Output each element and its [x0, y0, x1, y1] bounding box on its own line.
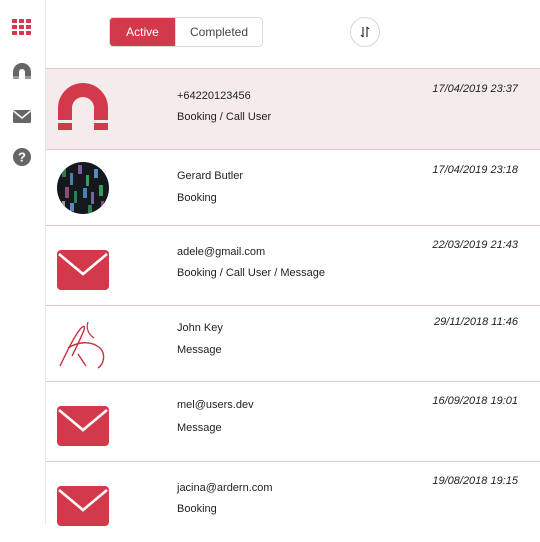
item-list: +64220123456 Booking / Call User 17/04/2… [46, 68, 540, 542]
list-item[interactable]: John Key Message 29/11/2018 11:46 [46, 306, 540, 382]
svg-text:?: ? [18, 150, 26, 165]
avatar-photo [57, 162, 109, 214]
grid-icon[interactable] [11, 16, 33, 38]
item-title: Gerard Butler [177, 170, 244, 182]
item-date: 16/09/2018 19:01 [432, 395, 518, 407]
item-title: jacina@ardern.com [177, 482, 273, 494]
magnet-icon [58, 83, 108, 130]
tab-active[interactable]: Active [110, 18, 175, 46]
tab-completed[interactable]: Completed [175, 18, 262, 46]
item-subtitle: Message [177, 422, 222, 434]
item-subtitle: Booking / Call User [177, 111, 272, 123]
item-subtitle: Booking [177, 192, 217, 204]
list-item[interactable]: mel@users.dev Message 16/09/2018 19:01 [46, 382, 540, 462]
envelope-icon[interactable] [11, 105, 33, 127]
item-subtitle: Booking / Call User / Message [177, 267, 325, 279]
header: Active Completed [46, 0, 540, 68]
sort-arrows-icon [360, 26, 370, 38]
list-item[interactable]: jacina@ardern.com Booking 19/08/2018 19:… [46, 462, 540, 542]
item-title: +64220123456 [177, 90, 251, 102]
list-item[interactable]: Gerard Butler Booking 17/04/2019 23:18 [46, 150, 540, 226]
list-item[interactable]: adele@gmail.com Booking / Call User / Me… [46, 226, 540, 306]
envelope-icon [57, 406, 109, 446]
signature-avatar [59, 321, 105, 369]
item-title: mel@users.dev [177, 399, 254, 411]
item-date: 29/11/2018 11:46 [433, 316, 518, 328]
item-title: John Key [177, 322, 223, 334]
sidebar: ? [0, 0, 46, 524]
item-date: 17/04/2019 23:37 [432, 83, 518, 95]
item-subtitle: Booking [177, 503, 217, 515]
sort-button[interactable] [350, 17, 380, 47]
help-icon[interactable]: ? [11, 146, 33, 168]
item-date: 19/08/2018 19:15 [432, 475, 518, 487]
list-item[interactable]: +64220123456 Booking / Call User 17/04/2… [46, 69, 540, 150]
item-title: adele@gmail.com [177, 246, 266, 258]
magnet-icon[interactable] [11, 61, 33, 83]
envelope-icon [57, 250, 109, 290]
envelope-icon [57, 486, 109, 526]
status-toggle: Active Completed [109, 17, 263, 47]
item-date: 17/04/2019 23:18 [432, 164, 518, 176]
item-subtitle: Message [177, 344, 222, 356]
item-date: 22/03/2019 21:43 [432, 239, 518, 251]
